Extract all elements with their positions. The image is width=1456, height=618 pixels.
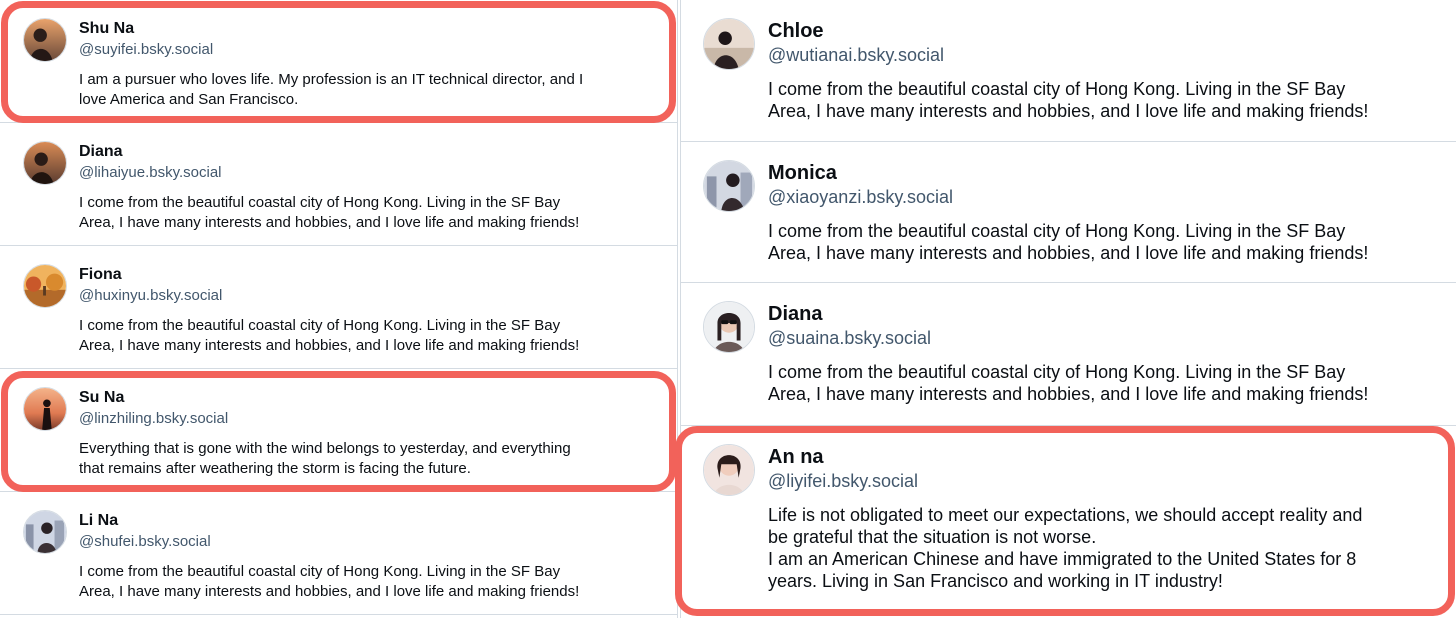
profile-handle[interactable]: @liyifei.bsky.social [768,469,918,493]
autumn-landscape-avatar[interactable] [23,264,67,308]
profile-name[interactable]: Su Na [79,388,124,408]
profile-handle[interactable]: @linzhiling.bsky.social [79,409,228,429]
profile-handle[interactable]: @suaina.bsky.social [768,326,931,350]
profile-handle[interactable]: @huxinyu.bsky.social [79,286,222,306]
profile-bio: I come from the beautiful coastal city o… [79,563,580,600]
profile-handle[interactable]: @suyifei.bsky.social [79,40,213,60]
profile-card-li-na[interactable]: Li Na @shufei.bsky.social I come from th… [0,492,677,615]
profile-bio: Everything that is gone with the wind be… [79,440,571,477]
left-profile-column: Shu Na @suyifei.bsky.social I am a pursu… [0,0,678,618]
portrait-avatar[interactable] [703,444,755,496]
profile-card-su-na[interactable]: Su Na @linzhiling.bsky.social Everything… [0,369,677,492]
profile-name[interactable]: Fiona [79,265,122,285]
profile-name[interactable]: Monica [768,161,837,186]
profile-name[interactable]: Diana [768,302,822,327]
right-profile-column: Chloe @wutianai.bsky.social I come from … [680,0,1456,618]
profile-handle[interactable]: @xiaoyanzi.bsky.social [768,185,953,209]
sunset-silhouette-avatar[interactable] [23,387,67,431]
profile-card-monica[interactable]: Monica @xiaoyanzi.bsky.social I come fro… [681,142,1456,283]
profile-card-an-na[interactable]: An na @liyifei.bsky.social Life is not o… [681,426,1456,618]
profile-handle[interactable]: @shufei.bsky.social [79,532,211,552]
profile-card-chloe[interactable]: Chloe @wutianai.bsky.social I come from … [681,0,1456,142]
profile-handle[interactable]: @lihaiyue.bsky.social [79,163,222,183]
profile-card-diana-2[interactable]: Diana @suaina.bsky.social I come from th… [681,283,1456,426]
sunset-portrait-avatar[interactable] [23,141,67,185]
profile-bio: I come from the beautiful coastal city o… [768,79,1369,121]
profile-bio: I come from the beautiful coastal city o… [768,221,1369,263]
profile-name[interactable]: Chloe [768,19,824,44]
profile-card-fiona[interactable]: Fiona @huxinyu.bsky.social I come from t… [0,246,677,369]
city-portrait-avatar[interactable] [23,510,67,554]
profile-name[interactable]: Li Na [79,511,118,531]
sunset-portrait-avatar[interactable] [23,18,67,62]
profile-card-shu-na[interactable]: Shu Na @suyifei.bsky.social I am a pursu… [0,0,677,123]
profile-card-diana[interactable]: Diana @lihaiyue.bsky.social I come from … [0,123,677,246]
profile-bio: Life is not obligated to meet our expect… [768,505,1363,591]
profile-name[interactable]: Shu Na [79,19,134,39]
profile-bio: I am a pursuer who loves life. My profes… [79,71,584,108]
profile-name[interactable]: An na [768,445,824,470]
seaside-portrait-avatar[interactable] [703,18,755,70]
sunglasses-portrait-avatar[interactable] [703,301,755,353]
profile-bio: I come from the beautiful coastal city o… [79,194,580,231]
city-portrait-avatar[interactable] [703,160,755,212]
profile-bio: I come from the beautiful coastal city o… [768,362,1369,404]
profile-name[interactable]: Diana [79,142,123,162]
profile-handle[interactable]: @wutianai.bsky.social [768,43,944,67]
profile-bio: I come from the beautiful coastal city o… [79,317,580,354]
